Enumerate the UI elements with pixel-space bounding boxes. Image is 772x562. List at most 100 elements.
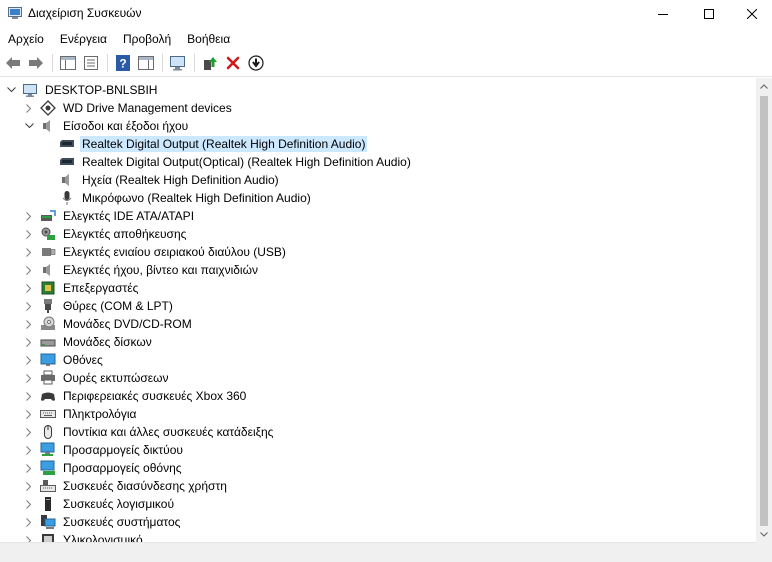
back-icon xyxy=(6,57,20,69)
maximize-button[interactable] xyxy=(686,0,732,28)
tree-category[interactable]: Περιφερειακές συσκευές Xbox 360 xyxy=(24,387,248,405)
scrollbar-thumb[interactable] xyxy=(760,96,768,526)
uninstall-device-button[interactable] xyxy=(222,52,244,74)
chevron-right-icon[interactable] xyxy=(24,423,34,441)
tree-category[interactable]: Υλικολογισμικό xyxy=(24,531,145,542)
tree-category-label: Ελεγκτές ήχου, βίντεο και παιχνιδιών xyxy=(63,263,258,277)
menu-file[interactable]: Αρχείο xyxy=(0,29,52,49)
tree-device-item[interactable]: Μικρόφωνο (Realtek High Definition Audio… xyxy=(59,189,313,207)
tree-category[interactable]: Οθόνες xyxy=(24,351,105,369)
tree-category[interactable]: Προσαρμογείς οθόνης xyxy=(24,459,184,477)
chevron-right-icon[interactable] xyxy=(24,261,34,279)
tree-category[interactable]: Συσκευές λογισμικού xyxy=(24,495,176,513)
chevron-right-icon[interactable] xyxy=(24,243,34,261)
port-icon xyxy=(40,298,56,314)
tree-category-label: Προσαρμογείς οθόνης xyxy=(63,461,182,475)
scan-hardware-icon xyxy=(170,56,185,71)
tree-category[interactable]: Ελεγκτές IDE ATA/ATAPI xyxy=(24,207,196,225)
chevron-right-icon[interactable] xyxy=(24,207,34,225)
tree-category[interactable]: Είσοδοι και έξοδοι ήχου xyxy=(24,117,190,135)
tree-root-node[interactable]: DESKTOP-BNLSBIH xyxy=(6,81,159,99)
action-pane-icon xyxy=(138,56,154,70)
chevron-right-icon[interactable] xyxy=(24,369,34,387)
tree-category[interactable]: Ελεγκτές ήχου, βίντεο και παιχνιδιών xyxy=(24,261,260,279)
network-adapter-icon xyxy=(40,442,56,458)
chevron-down-icon[interactable] xyxy=(24,117,34,135)
tree-category-label: Θύρες (COM & LPT) xyxy=(63,299,173,313)
disk-drive-icon xyxy=(40,334,56,350)
menu-view[interactable]: Προβολή xyxy=(115,29,179,49)
tree-device-label: Μικρόφωνο (Realtek High Definition Audio… xyxy=(82,191,311,205)
update-driver-button[interactable] xyxy=(199,52,221,74)
chevron-right-icon[interactable] xyxy=(24,405,34,423)
chevron-right-icon[interactable] xyxy=(24,441,34,459)
tree-category[interactable]: Μονάδες DVD/CD-ROM xyxy=(24,315,194,333)
properties-button[interactable] xyxy=(80,52,102,74)
tree-category[interactable]: Ελεγκτές αποθήκευσης xyxy=(24,225,188,243)
tree-category[interactable]: Επεξεργαστές xyxy=(24,279,140,297)
chevron-right-icon[interactable] xyxy=(24,279,34,297)
minimize-icon xyxy=(658,14,668,15)
help-button[interactable]: ? xyxy=(112,52,134,74)
device-tree[interactable]: DESKTOP-BNLSBIH WD Drive Management devi… xyxy=(0,78,756,542)
tree-category[interactable]: WD Drive Management devices xyxy=(24,99,234,117)
monitor-icon xyxy=(40,352,56,368)
scroll-down-button[interactable] xyxy=(756,526,772,542)
computer-icon xyxy=(22,82,38,98)
vertical-scrollbar[interactable] xyxy=(756,78,772,542)
properties-icon xyxy=(84,56,98,70)
window-title: Διαχείριση Συσκευών xyxy=(28,6,142,20)
keyboard-icon xyxy=(40,406,56,422)
tree-device-item[interactable]: Ηχεία (Realtek High Definition Audio) xyxy=(59,171,281,189)
system-device-icon xyxy=(40,514,56,530)
action-pane-button[interactable] xyxy=(135,52,157,74)
disable-device-button[interactable] xyxy=(245,52,267,74)
chevron-right-icon[interactable] xyxy=(24,477,34,495)
menu-help[interactable]: Βοήθεια xyxy=(179,29,238,49)
close-icon xyxy=(747,9,757,19)
status-bar xyxy=(0,542,756,562)
tree-category[interactable]: Θύρες (COM & LPT) xyxy=(24,297,175,315)
toolbar-separator xyxy=(107,54,108,72)
tree-category[interactable]: Μονάδες δίσκων xyxy=(24,333,154,351)
speaker-icon xyxy=(59,172,75,188)
menu-action[interactable]: Ενέργεια xyxy=(52,29,115,49)
tree-category-label: Μονάδες δίσκων xyxy=(63,335,152,349)
back-button[interactable] xyxy=(2,52,24,74)
display-adapter-icon xyxy=(40,460,56,476)
tree-device-item[interactable]: Realtek Digital Output (Realtek High Def… xyxy=(59,135,368,153)
chevron-down-icon[interactable] xyxy=(6,81,16,99)
chevron-right-icon[interactable] xyxy=(24,297,34,315)
chevron-right-icon[interactable] xyxy=(24,459,34,477)
minimize-button[interactable] xyxy=(640,0,686,28)
forward-button[interactable] xyxy=(25,52,47,74)
tree-category[interactable]: Ποντίκια και άλλες συσκευές κατάδειξης xyxy=(24,423,275,441)
tree-category[interactable]: Ελεγκτές ενιαίου σειριακού διαύλου (USB) xyxy=(24,243,288,261)
update-driver-icon xyxy=(204,57,217,70)
chevron-right-icon[interactable] xyxy=(24,531,34,542)
chevron-right-icon[interactable] xyxy=(24,333,34,351)
scroll-up-button[interactable] xyxy=(756,78,772,94)
close-button[interactable] xyxy=(732,0,772,28)
chevron-right-icon[interactable] xyxy=(24,495,34,513)
tree-category[interactable]: Προσαρμογείς δικτύου xyxy=(24,441,185,459)
scan-hardware-button[interactable] xyxy=(167,52,189,74)
speaker-icon xyxy=(40,118,56,134)
tree-category[interactable]: Πληκτρολόγια xyxy=(24,405,138,423)
tree-category-label: Συσκευές συστήματος xyxy=(63,515,181,529)
tree-device-item[interactable]: Realtek Digital Output(Optical) (Realtek… xyxy=(59,153,413,171)
device-manager-app-icon xyxy=(8,7,22,19)
scrollbar-corner xyxy=(756,542,772,562)
tree-category[interactable]: Συσκευές διασύνδεσης χρήστη xyxy=(24,477,229,495)
chevron-right-icon[interactable] xyxy=(24,99,34,117)
storage-controller-icon xyxy=(40,226,56,242)
show-hide-console-tree-button[interactable] xyxy=(57,52,79,74)
tree-category[interactable]: Συσκευές συστήματος xyxy=(24,513,182,531)
chevron-right-icon[interactable] xyxy=(24,513,34,531)
chevron-right-icon[interactable] xyxy=(24,225,34,243)
chevron-right-icon[interactable] xyxy=(24,387,34,405)
forward-icon xyxy=(29,57,43,69)
tree-category[interactable]: Ουρές εκτυπώσεων xyxy=(24,369,170,387)
chevron-right-icon[interactable] xyxy=(24,315,34,333)
chevron-right-icon[interactable] xyxy=(24,351,34,369)
